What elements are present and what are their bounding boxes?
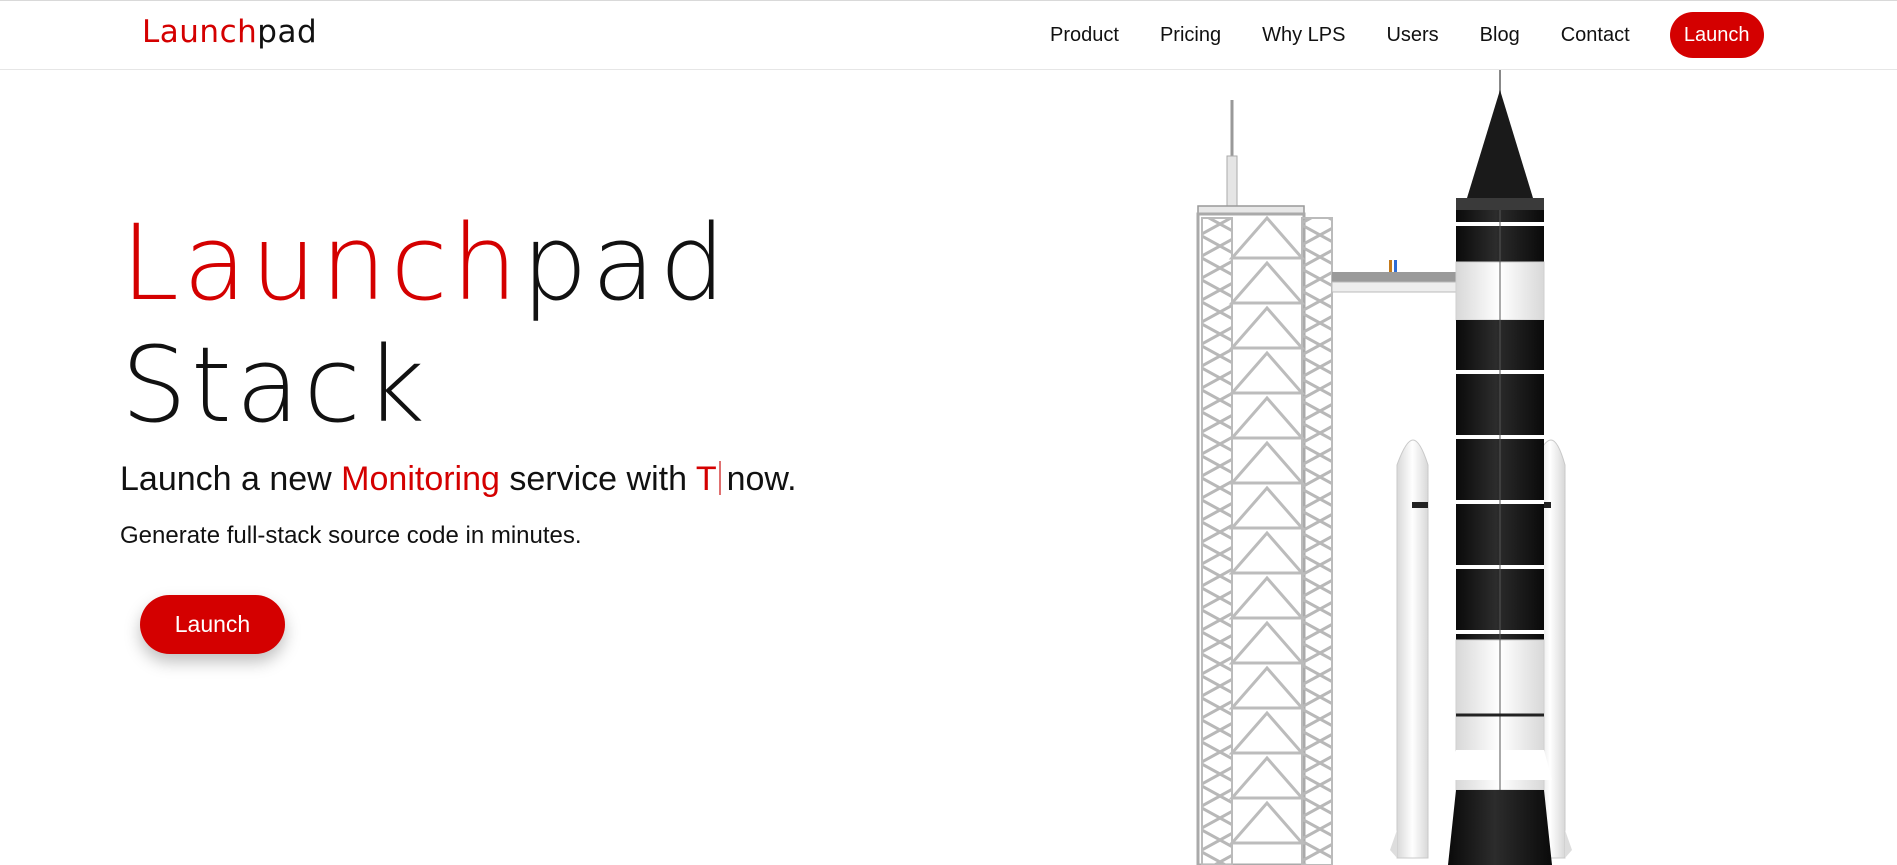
logo-pad: pad	[257, 14, 318, 50]
logo[interactable]: Launchpad	[142, 14, 317, 50]
nav-pricing-link[interactable]: Pricing	[1160, 24, 1221, 47]
rocket-launch-tower-icon	[1196, 70, 1572, 865]
nav-blog-link[interactable]: Blog	[1480, 24, 1520, 47]
hero-launch-button[interactable]: Launch	[140, 595, 285, 654]
hero-title: Launchpad Stack	[121, 202, 729, 446]
tagline-middle: service with	[499, 460, 696, 498]
navbar: Launchpad Product Pricing Why LPS Users …	[0, 1, 1897, 70]
hero-title-launch: Launch	[121, 202, 522, 324]
hero-title-stack: Stack	[121, 324, 429, 446]
tagline-suffix: now.	[726, 460, 797, 498]
hero-title-pad: pad	[521, 202, 730, 324]
nav-launch-button[interactable]: Launch	[1669, 12, 1764, 58]
typing-caret	[718, 461, 721, 495]
nav-contact-link[interactable]: Contact	[1561, 24, 1630, 47]
tagline-highlight: Monitoring	[341, 460, 500, 498]
nav-links: Product Pricing Why LPS Users Blog Conta…	[1050, 1, 1764, 69]
hero-title-line1: Launchpad	[121, 202, 729, 324]
logo-launch: Launch	[142, 14, 258, 50]
hero-tagline: Launch a new Monitoring service with Tno…	[120, 460, 797, 499]
hero-subtitle: Generate full-stack source code in minut…	[120, 522, 582, 549]
nav-users-link[interactable]: Users	[1386, 24, 1438, 47]
nav-product-link[interactable]: Product	[1050, 24, 1119, 47]
tagline-typed-text: T	[695, 460, 717, 498]
tagline-prefix: Launch a new	[120, 460, 342, 498]
nav-why-lps-link[interactable]: Why LPS	[1262, 24, 1345, 47]
